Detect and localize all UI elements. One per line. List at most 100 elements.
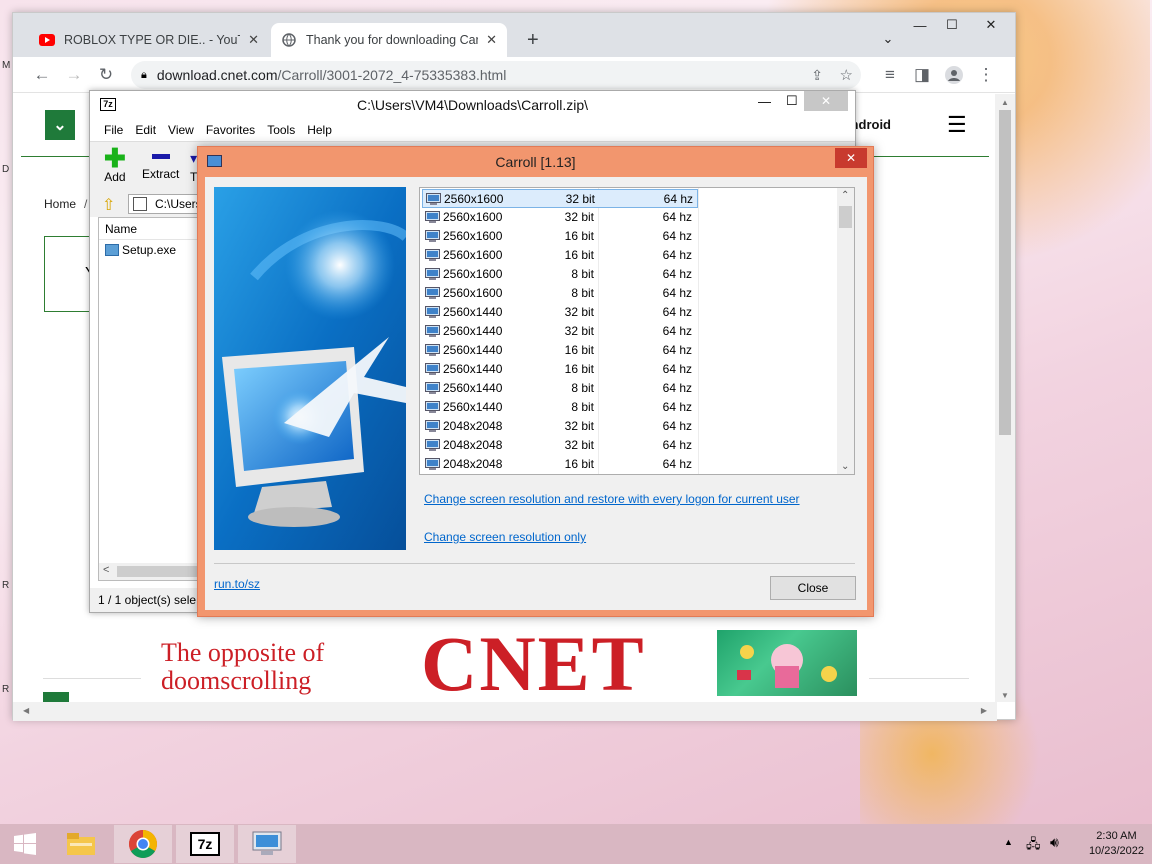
resolution-value: 2048x2048 — [443, 438, 503, 452]
list-scrollbar[interactable]: ⌃ ⌄ — [837, 188, 854, 474]
breadcrumb-home[interactable]: Home — [44, 197, 76, 211]
volume-icon[interactable]: 🔊︎ — [1050, 834, 1059, 851]
menu-file[interactable]: File — [104, 123, 123, 137]
resolution-row[interactable]: 2560x1440 16 bit 64 hz — [422, 341, 837, 360]
back-icon[interactable]: ← — [31, 64, 53, 86]
taskbar-7zip[interactable]: 7z — [176, 825, 234, 863]
resolution-row[interactable]: 2560x1600 32 bit 64 hz — [422, 189, 698, 208]
reload-icon[interactable]: ↻ — [95, 64, 117, 86]
scroll-up-icon[interactable]: ▲ — [1001, 98, 1009, 107]
horizontal-scrollbar[interactable]: ◀ ▶ — [13, 702, 997, 721]
maximize-button[interactable]: ☐ — [935, 13, 969, 37]
media-control-icon[interactable]: ≡ — [879, 64, 901, 86]
start-button[interactable] — [0, 825, 50, 863]
maximize-button[interactable]: ☐ — [786, 93, 798, 109]
new-tab-button[interactable]: + — [517, 23, 547, 57]
menu-favorites[interactable]: Favorites — [206, 123, 255, 137]
resolution-row[interactable]: 2560x1600 16 bit 64 hz — [422, 227, 837, 246]
bookmark-star-icon[interactable]: ☆ — [840, 66, 853, 84]
side-panel-icon[interactable]: ◨ — [911, 64, 933, 86]
page-scrollbar[interactable]: ▲ ▼ — [995, 94, 1015, 702]
resolution-list[interactable]: ⌃ ⌄ 2560x1600 32 bit 64 hz 2560x1600 32 bit 6… — [419, 187, 855, 475]
close-window-button[interactable]: ✕ — [804, 91, 848, 111]
scroll-right-icon[interactable]: ▶ — [981, 706, 987, 715]
resolution-row[interactable]: 2560x1440 32 bit 64 hz — [422, 322, 837, 341]
close-tab-icon[interactable]: ✕ — [486, 32, 497, 48]
link-run-to-sz[interactable]: run.to/sz — [214, 577, 260, 591]
taskbar-file-explorer[interactable] — [52, 825, 110, 863]
menu-tools[interactable]: Tools — [267, 123, 295, 137]
folder-up-icon[interactable]: ⇧ — [102, 195, 115, 215]
scroll-left-icon[interactable]: < — [103, 564, 109, 576]
resolution-row[interactable]: 2560x1440 8 bit 64 hz — [422, 379, 837, 398]
profile-avatar-icon[interactable] — [943, 64, 965, 86]
monitor-icon — [252, 831, 282, 855]
resolution-row[interactable]: 2560x1440 8 bit 64 hz — [422, 398, 837, 417]
color-depth: 16 bit — [564, 457, 594, 471]
nav-android[interactable]: Android — [851, 117, 891, 132]
folder-icon — [67, 833, 95, 855]
refresh-rate: 64 hz — [662, 305, 692, 319]
forward-icon[interactable]: → — [63, 64, 85, 86]
resolution-row[interactable]: 2560x1600 8 bit 64 hz — [422, 265, 837, 284]
menu-help[interactable]: Help — [307, 123, 332, 137]
color-depth: 32 bit — [564, 419, 594, 433]
show-hidden-icons[interactable]: ▲ — [1004, 837, 1013, 847]
scroll-up-icon[interactable]: ⌃ — [841, 190, 849, 201]
dialog-close-icon[interactable]: ✕ — [835, 148, 867, 168]
add-button[interactable]: ✚ Add — [104, 143, 126, 184]
close-tab-icon[interactable]: ✕ — [248, 32, 259, 48]
tab-search-icon[interactable]: ⌄ — [871, 27, 905, 51]
tab-cnet[interactable]: Thank you for downloading Carroll ✕ — [271, 23, 507, 57]
resolution-row[interactable]: 2048x2048 32 bit 64 hz — [422, 436, 837, 455]
resolution-value: 2560x1440 — [443, 343, 503, 357]
youtube-icon — [39, 32, 55, 48]
resolution-row[interactable]: 2560x1600 8 bit 64 hz — [422, 284, 837, 303]
taskbar-carroll[interactable] — [238, 825, 296, 863]
menu-edit[interactable]: Edit — [135, 123, 156, 137]
path-field[interactable]: C:\Users — [128, 194, 208, 214]
cnet-ad-logo: CNET — [421, 620, 646, 703]
link-change-only[interactable]: Change screen resolution only — [424, 530, 586, 544]
plus-icon: ✚ — [104, 143, 126, 173]
minimize-button[interactable]: — — [758, 94, 771, 109]
cnet-logo-icon[interactable]: ⌄ — [45, 110, 75, 140]
monitor-icon — [425, 249, 440, 261]
menu-view[interactable]: View — [168, 123, 194, 137]
address-bar[interactable]: 🔒︎ download.cnet.com/Carroll/3001-2072_4… — [131, 61, 861, 89]
taskbar-chrome[interactable] — [114, 825, 172, 863]
resolution-row[interactable]: 2560x1440 16 bit 64 hz — [422, 360, 837, 379]
resolution-row[interactable]: 2048x2048 32 bit 64 hz — [422, 417, 837, 436]
resolution-row[interactable]: 2560x1600 32 bit 64 hz — [422, 208, 837, 227]
refresh-rate: 64 hz — [662, 381, 692, 395]
monitor-icon — [425, 344, 440, 356]
scroll-down-icon[interactable]: ▼ — [1001, 691, 1009, 700]
resolution-row[interactable]: 2560x1600 16 bit 64 hz — [422, 246, 837, 265]
close-button[interactable]: Close — [770, 576, 856, 600]
minus-icon — [151, 154, 170, 159]
hamburger-menu-icon[interactable]: ☰ — [947, 112, 967, 138]
extract-button[interactable]: Extract — [142, 146, 179, 181]
monitor-icon — [425, 420, 440, 432]
7zip-icon: 7z — [190, 832, 220, 856]
url-path: /Carroll/3001-2072_4-75335383.html — [277, 67, 507, 83]
close-window-button[interactable]: ✕ — [969, 13, 1013, 37]
resolution-row[interactable]: 2048x2048 16 bit 64 hz — [422, 455, 837, 474]
minimize-button[interactable]: — — [903, 13, 937, 37]
sevenzip-title: C:\Users\VM4\Downloads\Carroll.zip\ — [356, 97, 589, 113]
network-icon[interactable]: 🖧︎ — [1026, 835, 1041, 857]
scroll-down-icon[interactable]: ⌄ — [841, 461, 849, 472]
link-change-and-restore[interactable]: Change screen resolution and restore wit… — [424, 492, 800, 506]
resolution-row[interactable]: 2560x1440 32 bit 64 hz — [422, 303, 837, 322]
monitor-icon — [425, 268, 440, 280]
menu-kebab-icon[interactable]: ⋮ — [975, 64, 997, 86]
system-clock[interactable]: 2:30 AM 10/23/2022 — [1089, 829, 1144, 859]
tab-youtube[interactable]: ROBLOX TYPE OR DIE.. - YouTube ✕ — [29, 23, 269, 57]
scroll-left-icon[interactable]: ◀ — [23, 706, 29, 715]
scroll-thumb[interactable] — [839, 206, 852, 228]
ad-banner[interactable]: The opposite of doomscrolling CNET — [159, 620, 857, 703]
add-label: Add — [104, 170, 126, 184]
scroll-thumb[interactable] — [999, 110, 1011, 435]
monitor-icon — [425, 382, 440, 394]
share-icon[interactable]: ⇪ — [811, 67, 823, 84]
